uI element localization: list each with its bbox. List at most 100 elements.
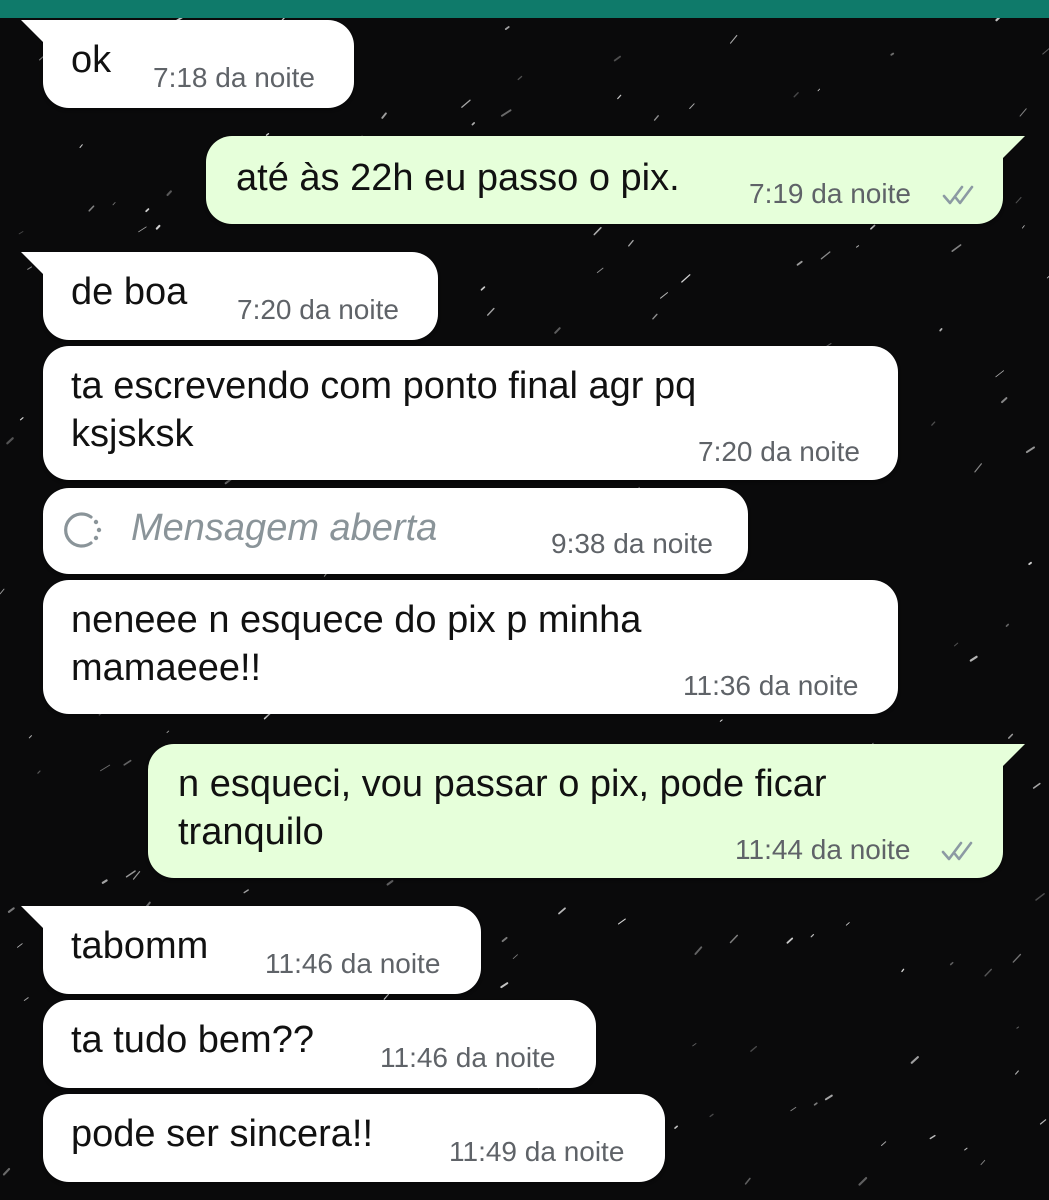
message-time: 9:38 da noite [551, 528, 713, 559]
star-streak [729, 934, 739, 944]
message-text: ok [71, 39, 112, 81]
star-streak [132, 870, 141, 880]
star-streak [596, 267, 604, 274]
star-streak [694, 946, 703, 955]
star-streak [890, 52, 895, 56]
message-text: até às 22h eu passo o pix. [236, 157, 680, 199]
star-streak [500, 109, 512, 117]
star-streak [995, 370, 1004, 378]
message-time: 11:44 da noite [735, 834, 911, 865]
star-streak [689, 103, 695, 109]
message-incoming[interactable]: Mensagem aberta 9:38 da noite [43, 488, 748, 574]
star-streak [1039, 1119, 1047, 1125]
star-streak [964, 1147, 968, 1151]
star-streak [951, 244, 962, 252]
star-streak [125, 870, 136, 878]
star-streak [709, 1113, 714, 1118]
message-incoming[interactable]: neneee n esquece do pix p minha mamaeee!… [43, 580, 898, 714]
star-streak [145, 208, 150, 213]
message-text-line-2: tranquilo [178, 811, 324, 853]
message-time: 7:20 da noite [698, 436, 860, 467]
star-streak [166, 730, 170, 734]
star-streak [1019, 108, 1027, 117]
star-streak [0, 588, 5, 595]
star-streak [17, 943, 23, 948]
star-streak [931, 421, 936, 426]
message-text-line-1: neneee n esquece do pix p minha [71, 599, 642, 641]
message-text-line-2: ksjsksk [71, 413, 194, 455]
star-streak [265, 133, 270, 136]
star-streak [1016, 1026, 1020, 1029]
star-streak [461, 99, 471, 108]
star-streak [949, 961, 954, 966]
star-streak [858, 1176, 868, 1186]
star-streak [7, 907, 15, 913]
star-streak [1035, 893, 1045, 901]
star-streak [28, 735, 32, 739]
star-streak [653, 115, 659, 121]
star-streak [660, 292, 668, 299]
star-streak [517, 75, 523, 81]
star-streak [1032, 782, 1041, 789]
star-streak [138, 226, 147, 233]
message-incoming[interactable]: ta tudo bem?? 11:46 da noite [43, 1000, 596, 1088]
star-streak [593, 226, 602, 236]
star-streak [1001, 397, 1008, 404]
star-streak [995, 18, 1001, 22]
star-streak [750, 1045, 757, 1052]
message-incoming[interactable]: tabomm 11:46 da noite [21, 906, 481, 994]
message-time: 7:19 da noite [749, 178, 911, 209]
double-check-icon [942, 185, 974, 205]
star-streak [681, 274, 691, 283]
star-streak [123, 759, 132, 766]
star-streak [112, 202, 116, 206]
star-streak [674, 1125, 679, 1129]
message-outgoing[interactable]: até às 22h eu passo o pix. 7:19 da noite [206, 136, 1025, 224]
star-streak [793, 92, 799, 98]
star-streak [2, 1167, 11, 1176]
star-streak [243, 889, 249, 894]
star-streak [155, 224, 161, 230]
message-time: 11:46 da noite [265, 948, 441, 979]
star-streak [652, 313, 658, 320]
star-streak [786, 937, 794, 944]
message-time: 11:49 da noite [449, 1136, 625, 1167]
message-incoming[interactable]: de boa 7:20 da noite [21, 252, 438, 340]
star-streak [974, 463, 983, 473]
star-streak [1014, 1070, 1019, 1075]
star-streak [501, 936, 508, 943]
star-streak [939, 327, 943, 332]
view-once-opened-icon [64, 512, 102, 548]
star-streak [796, 260, 803, 266]
star-streak [554, 327, 561, 334]
message-text-line-1: ta escrevendo com ponto final agr pq [71, 365, 697, 407]
star-streak [1022, 225, 1025, 229]
message-text: de boa [71, 271, 188, 313]
star-streak [37, 770, 41, 774]
star-streak [558, 907, 566, 915]
message-text: pode ser sincera!! [71, 1113, 374, 1155]
star-streak [6, 437, 14, 445]
message-outgoing[interactable]: n esqueci, vou passar o pix, pode ficar … [148, 744, 1025, 878]
star-streak [101, 879, 108, 884]
star-streak [980, 1159, 986, 1166]
star-streak [617, 94, 622, 100]
message-incoming[interactable]: ta escrevendo com ponto final agr pq ksj… [43, 346, 898, 480]
message-incoming[interactable]: ok 7:18 da noite [21, 20, 354, 108]
message-time: 7:18 da noite [153, 62, 315, 93]
star-streak [88, 205, 95, 212]
star-streak [692, 1043, 697, 1047]
star-streak [100, 764, 111, 772]
star-streak [504, 26, 510, 31]
star-streak [1025, 446, 1035, 454]
star-streak [813, 1102, 818, 1106]
star-streak [790, 1106, 797, 1112]
star-streak [1028, 561, 1032, 566]
message-text-line-2: mamaeee!! [71, 647, 262, 689]
star-streak [817, 88, 820, 92]
star-streak [19, 417, 24, 421]
star-streak [820, 251, 831, 260]
message-incoming[interactable]: pode ser sincera!! 11:49 da noite [43, 1094, 665, 1182]
star-streak [471, 122, 476, 126]
star-streak [845, 922, 850, 926]
